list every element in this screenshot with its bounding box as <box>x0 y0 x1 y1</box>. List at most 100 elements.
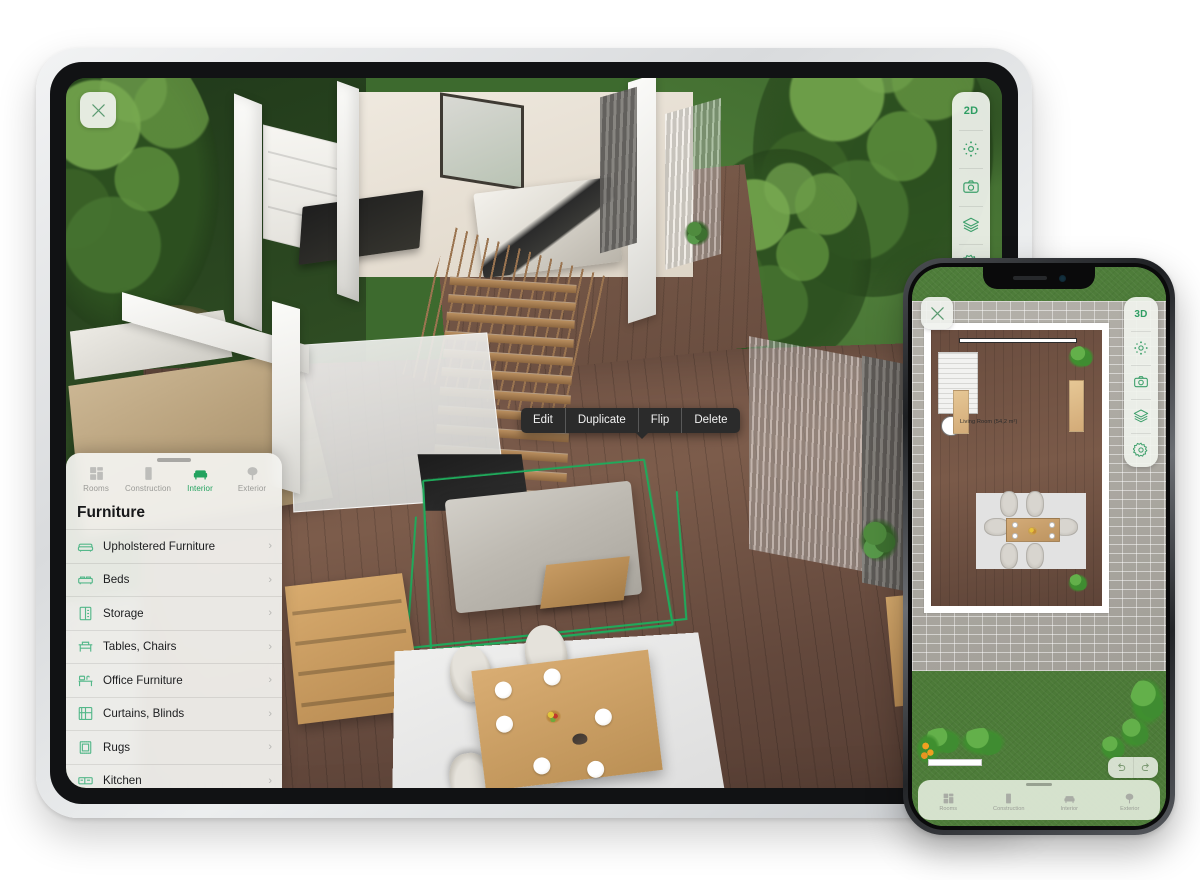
list-item-label: Curtains, Blinds <box>103 707 185 721</box>
layers-icon <box>962 217 980 233</box>
panel-drag-handle[interactable] <box>157 458 191 462</box>
rooms-icon <box>943 793 954 804</box>
layers-tool-button[interactable] <box>952 206 990 244</box>
list-item-label: Office Furniture <box>103 673 183 687</box>
phone-tab-construction[interactable]: Construction <box>979 792 1040 812</box>
list-item-curtains-blinds[interactable]: Curtains, Blinds › <box>66 696 282 731</box>
plan-house-outline <box>924 323 1109 613</box>
phone-tab-label: Exterior <box>1120 806 1140 812</box>
plan-floor-wood <box>931 330 1102 606</box>
view-mode-toggle-button[interactable]: 2D <box>952 92 990 130</box>
panel-tab-bar[interactable]: Rooms Construction Interior Exterior <box>66 464 282 498</box>
tablet-screen: 2D Edit Duplicate Flip Delete Rooms Cons… <box>66 78 1002 788</box>
panel-tab-interior[interactable]: Interior <box>174 465 226 493</box>
plan-sofa <box>953 390 969 434</box>
chevron-right-icon: › <box>268 774 272 787</box>
orbit-tool-button[interactable] <box>952 130 990 168</box>
tablet-bezel: 2D Edit Duplicate Flip Delete Rooms Cons… <box>50 62 1018 804</box>
chevron-right-icon: › <box>268 707 272 720</box>
orbit-tool-button[interactable] <box>1124 331 1158 365</box>
interior-wall <box>234 93 263 333</box>
phone-tab-bar[interactable]: Rooms Construction Interior Exterior <box>918 780 1160 820</box>
undo-icon <box>1117 762 1125 771</box>
close-icon <box>91 103 105 117</box>
phone-screen: Living Room (54,2 m²) 3D Rooms Construct… <box>912 267 1166 826</box>
plan-room-label: Living Room (54,2 m²) <box>960 419 1018 425</box>
orbit-icon <box>963 141 979 157</box>
panel-tab-exterior[interactable]: Exterior <box>226 465 278 493</box>
selection-bounding-box <box>422 459 675 651</box>
panel-title: Furniture <box>77 504 146 521</box>
panel-tab-label: Interior <box>187 484 213 493</box>
close-button[interactable] <box>921 297 953 329</box>
settings-tool-button[interactable] <box>1124 433 1158 467</box>
list-item-storage[interactable]: Storage › <box>66 596 282 630</box>
context-menu-flip[interactable]: Flip <box>637 408 682 433</box>
list-item-tables-chairs[interactable]: Tables, Chairs › <box>66 629 282 664</box>
construction-icon <box>144 467 152 480</box>
potted-plant <box>683 220 710 246</box>
panel-drag-handle[interactable] <box>1026 783 1052 786</box>
chevron-right-icon: › <box>268 540 272 553</box>
plan-shrub <box>1068 574 1088 592</box>
context-menu-pointer <box>634 432 649 439</box>
interior-icon <box>193 470 207 480</box>
furniture-category-list[interactable]: Upholstered Furniture › Beds › Storage ›… <box>66 529 282 788</box>
panel-tab-rooms[interactable]: Rooms <box>70 465 122 493</box>
phone-tab-interior[interactable]: Interior <box>1039 792 1100 812</box>
panel-tab-label: Exterior <box>237 484 267 493</box>
phone-tab-rooms[interactable]: Rooms <box>918 792 979 812</box>
phone-tab-label: Rooms <box>939 806 958 812</box>
context-menu-duplicate[interactable]: Duplicate <box>564 408 638 433</box>
close-button[interactable] <box>80 92 116 128</box>
list-item-office-furniture[interactable]: Office Furniture › <box>66 663 282 697</box>
plan-shrub <box>1068 346 1094 368</box>
phone-tab-exterior[interactable]: Exterior <box>1100 792 1161 812</box>
chevron-right-icon: › <box>268 607 272 620</box>
plan-shrub <box>960 728 1006 756</box>
panel-tab-construction[interactable]: Construction <box>122 465 174 493</box>
redo-button[interactable] <box>1133 757 1158 778</box>
list-item-label: Storage <box>103 606 144 620</box>
list-item-kitchen[interactable]: Kitchen › <box>66 763 282 789</box>
context-menu-edit[interactable]: Edit <box>521 408 565 433</box>
plan-window <box>959 338 1077 343</box>
view-mode-label: 2D <box>963 105 979 117</box>
plan-area-rug <box>976 491 1086 569</box>
fruit-bowl <box>544 709 562 726</box>
history-controls[interactable] <box>1108 757 1158 778</box>
phone-view-toolbar[interactable]: 3D <box>1124 297 1158 467</box>
context-menu-delete[interactable]: Delete <box>681 408 739 433</box>
chevron-right-icon: › <box>268 573 272 586</box>
front-camera <box>1058 274 1066 282</box>
camera-tool-button[interactable] <box>952 168 990 206</box>
chevron-right-icon: › <box>268 640 272 653</box>
tablet-device-frame: 2D Edit Duplicate Flip Delete Rooms Cons… <box>36 48 1032 818</box>
list-item-label: Rugs <box>103 740 131 754</box>
camera-icon <box>963 180 979 193</box>
exterior-icon <box>1125 793 1134 804</box>
rug-icon <box>79 741 92 754</box>
camera-icon <box>1134 376 1148 388</box>
furniture-catalog-panel[interactable]: Rooms Construction Interior Exterior Fur… <box>66 453 282 788</box>
list-item-upholstered-furniture[interactable]: Upholstered Furniture › <box>66 529 282 563</box>
phone-bezel: Living Room (54,2 m²) 3D Rooms Construct… <box>908 263 1170 830</box>
bed-icon <box>78 576 93 585</box>
list-item-beds[interactable]: Beds › <box>66 562 282 597</box>
layers-icon <box>1133 409 1149 423</box>
exterior-icon <box>247 467 257 480</box>
plan-chair <box>1000 491 1018 517</box>
list-item-rugs[interactable]: Rugs › <box>66 730 282 764</box>
plan-chair <box>1026 543 1044 569</box>
close-icon <box>930 306 944 320</box>
object-context-menu[interactable]: Edit Duplicate Flip Delete <box>521 408 740 439</box>
window-curtain-dark <box>599 86 637 254</box>
phone-tab-label: Construction <box>993 806 1025 812</box>
tablet-view-toolbar[interactable]: 2D <box>952 92 990 282</box>
camera-tool-button[interactable] <box>1124 365 1158 399</box>
undo-button[interactable] <box>1108 757 1133 778</box>
view-mode-toggle-button[interactable]: 3D <box>1124 297 1158 331</box>
phone-tab-label: Interior <box>1060 806 1078 812</box>
interior-icon <box>1064 796 1075 804</box>
layers-tool-button[interactable] <box>1124 399 1158 433</box>
